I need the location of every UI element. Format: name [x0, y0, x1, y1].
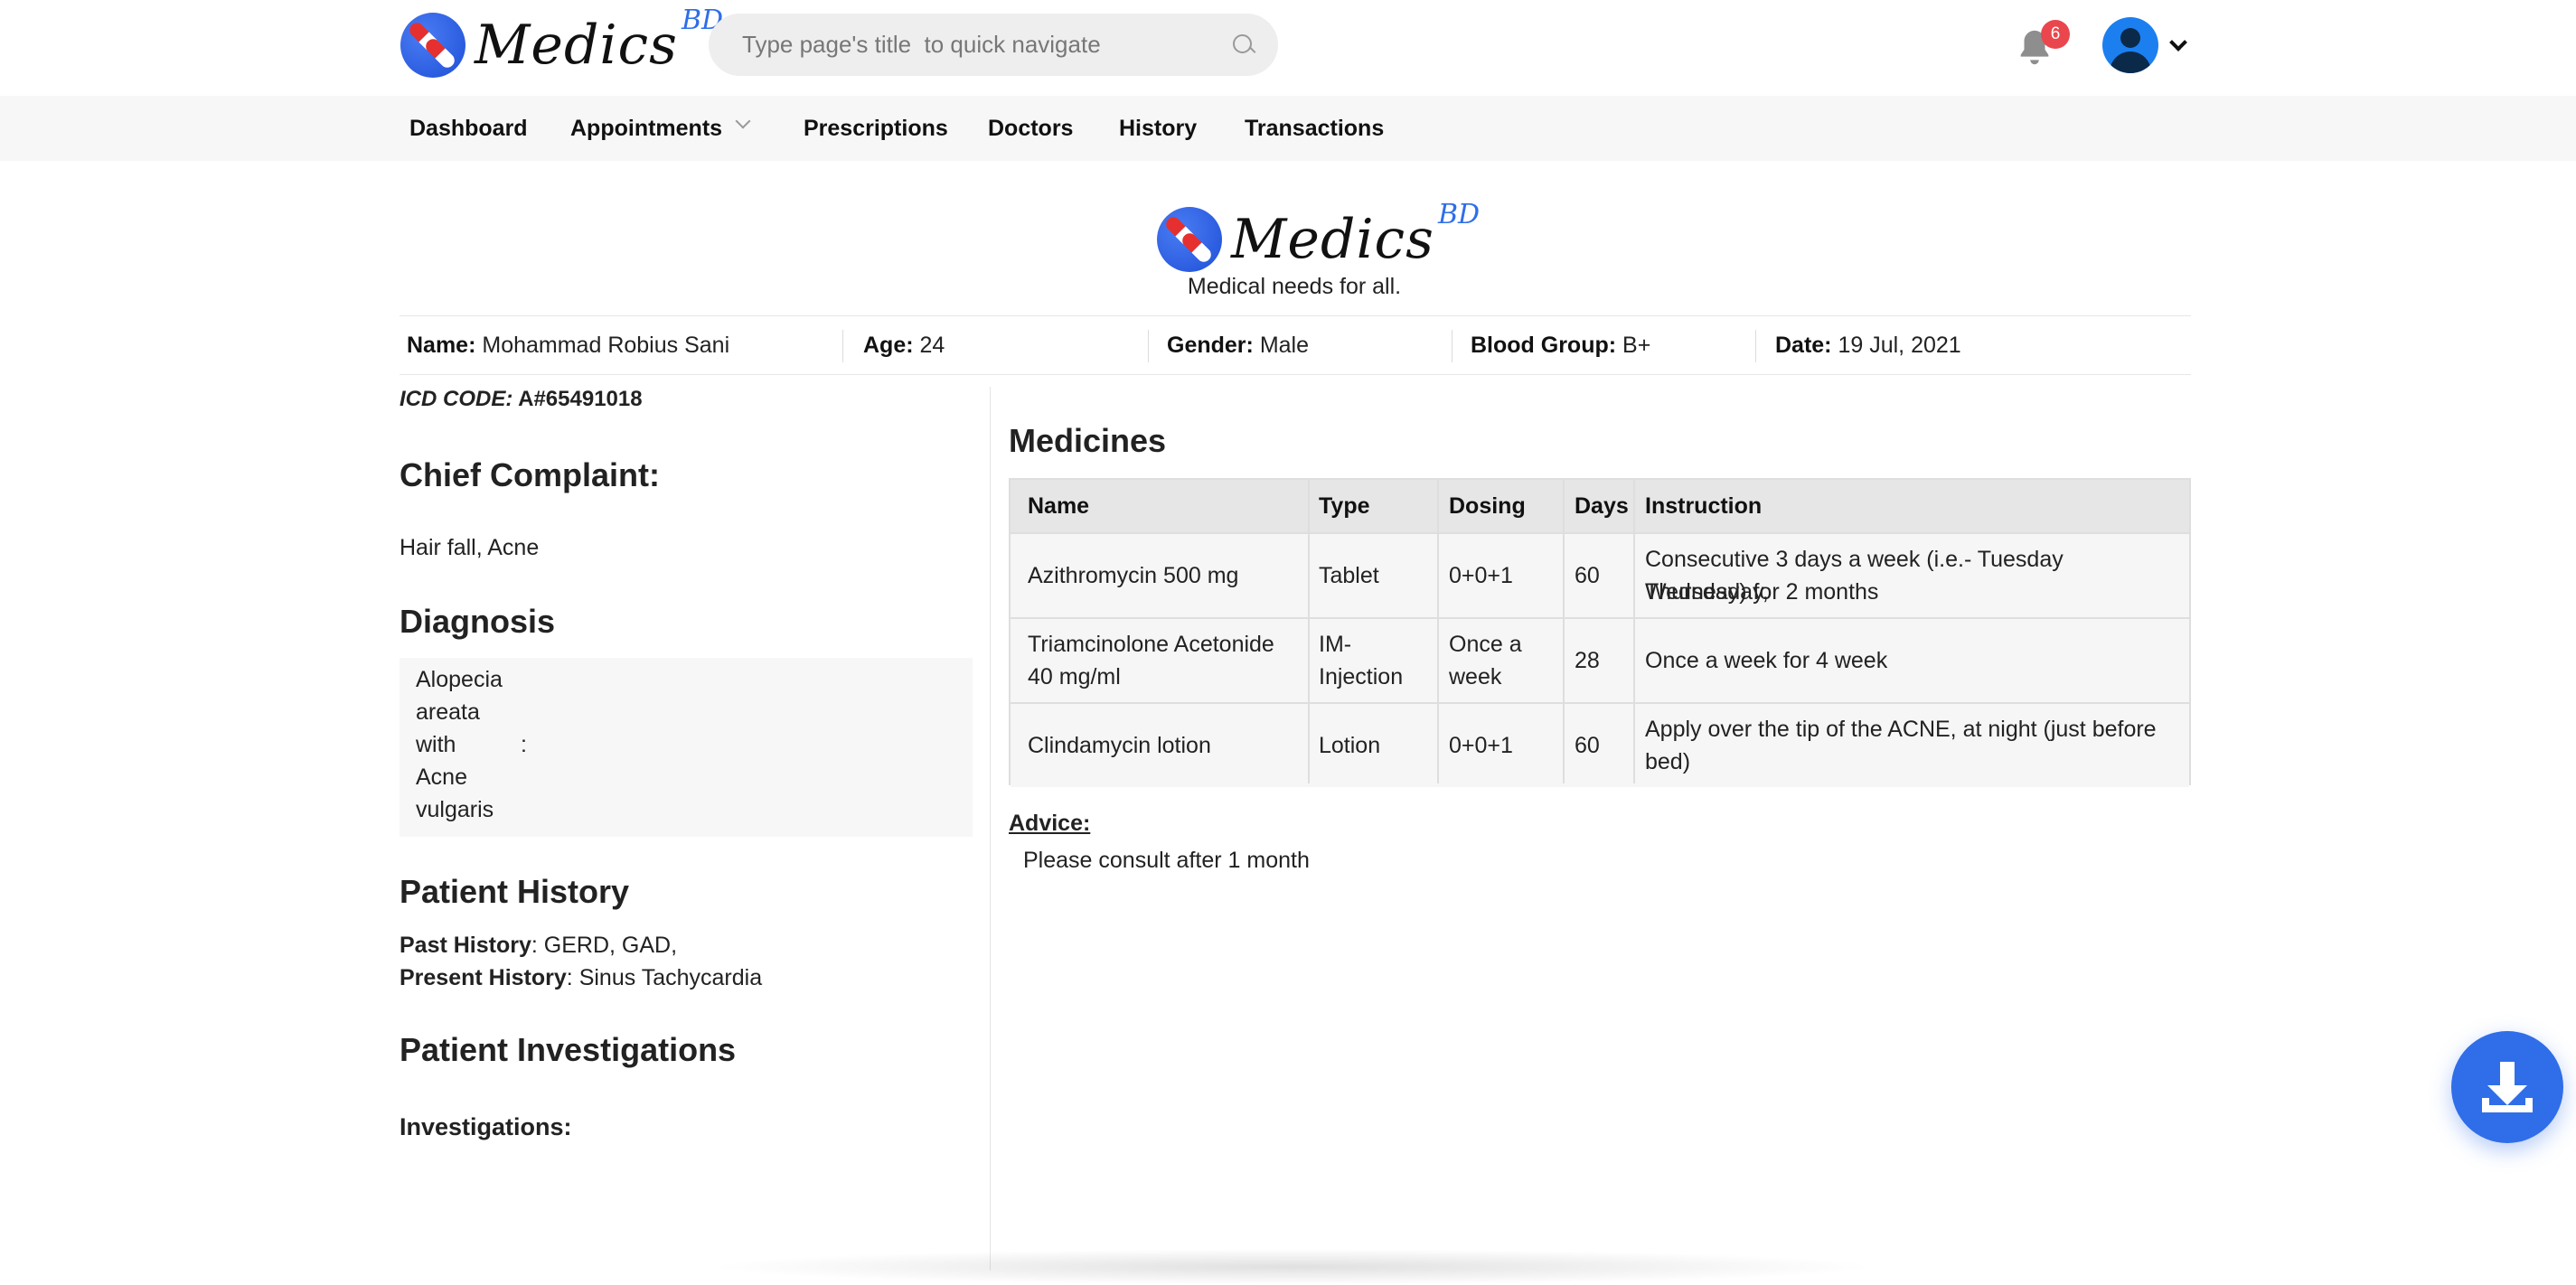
- chief-complaint-text: Hair fall, Acne: [400, 535, 540, 560]
- search-icon[interactable]: [1231, 33, 1256, 58]
- column-header-days: Days: [1575, 493, 1629, 519]
- nav-dashboard[interactable]: Dashboard: [409, 96, 528, 161]
- patient-blood-group: Blood Group: B+: [1471, 333, 1651, 358]
- patient-info-row: Name: Mohammad Robius Sani Age: 24 Gende…: [400, 315, 2191, 375]
- prescription-logo: Medics BD: [1157, 199, 1480, 272]
- medicine-instruction: Once a week for 4 week: [1645, 648, 1888, 673]
- column-divider: [990, 387, 991, 1271]
- medicine-name: Triamcinolone Acetonide: [1028, 632, 1274, 657]
- table-row: Clindamycin lotion Lotion 0+0+1 60 Apply…: [1011, 702, 2189, 787]
- medicine-type: Injection: [1319, 664, 1404, 689]
- medicine-name: 40 mg/ml: [1028, 664, 1121, 689]
- brand-suffix: BD: [1437, 198, 1481, 230]
- table-row: Azithromycin 500 mg Tablet 0+0+1 60 Cons…: [1011, 532, 2189, 617]
- brand-logo[interactable]: Medics BD: [400, 5, 723, 78]
- medicine-name: Clindamycin lotion: [1028, 733, 1211, 758]
- icd-code: ICD CODE: A#65491018: [400, 387, 643, 411]
- page-bottom-shadow: [705, 1249, 1880, 1285]
- advice-text: Please consult after 1 month: [1023, 848, 1310, 873]
- table-header: Name Type Dosing Days Instruction: [1011, 480, 2189, 532]
- investigations-label: Investigations:: [400, 1113, 572, 1140]
- nav-history[interactable]: History: [1119, 96, 1197, 161]
- diagnosis-line: Alopecia: [416, 667, 503, 692]
- brand-name: Medics: [475, 14, 678, 77]
- chief-complaint-title: Chief Complaint:: [400, 456, 660, 493]
- nav-transactions[interactable]: Transactions: [1245, 96, 1384, 161]
- medicine-instruction: bed): [1645, 749, 1691, 774]
- medicine-dosing: 0+0+1: [1449, 563, 1513, 588]
- medicine-dosing: 0+0+1: [1449, 733, 1513, 758]
- medicine-dosing: Once a: [1449, 632, 1522, 657]
- diagnosis-line: vulgaris: [416, 797, 494, 822]
- notifications-button[interactable]: 6: [2014, 20, 2070, 72]
- diagnosis-line: areata: [416, 699, 480, 725]
- medicines-title: Medicines: [1009, 422, 1167, 459]
- search-input[interactable]: [742, 31, 1231, 59]
- medicine-type: Tablet: [1319, 563, 1379, 588]
- diagnosis-title: Diagnosis: [400, 603, 556, 640]
- medicine-type: IM-: [1319, 632, 1352, 657]
- notification-count-badge: 6: [2041, 20, 2070, 49]
- nav-appointments[interactable]: Appointments: [570, 96, 722, 161]
- patient-history-title: Patient History: [400, 873, 630, 910]
- medicine-days: 28: [1575, 648, 1600, 673]
- medicine-days: 60: [1575, 563, 1600, 588]
- advice-label: Advice:: [1009, 811, 1091, 836]
- user-avatar[interactable]: [2102, 17, 2158, 73]
- pill-logo-icon: [1157, 207, 1222, 272]
- diagnosis-colon: :: [521, 732, 527, 757]
- brand-tagline: Medical needs for all.: [1187, 274, 1402, 299]
- main-nav: Dashboard Appointments Prescriptions Doc…: [0, 96, 2576, 161]
- diagnosis-box: Alopecia areata with : Acne vulgaris: [400, 658, 973, 837]
- patient-age: Age: 24: [863, 333, 945, 358]
- nav-prescriptions[interactable]: Prescriptions: [804, 96, 948, 161]
- medicine-type: Lotion: [1319, 733, 1381, 758]
- medicine-dosing: week: [1449, 664, 1502, 689]
- chevron-down-icon[interactable]: [2169, 33, 2187, 52]
- patient-investigations-title: Patient Investigations: [400, 1031, 737, 1068]
- table-row: Triamcinolone Acetonide 40 mg/ml IM- Inj…: [1011, 617, 2189, 702]
- present-history: Present History: Sinus Tachycardia: [400, 965, 763, 990]
- column-header-instruction: Instruction: [1645, 493, 1763, 519]
- prescription-date: Date: 19 Jul, 2021: [1775, 333, 1961, 358]
- medicine-days: 60: [1575, 733, 1600, 758]
- medicine-name: Azithromycin 500 mg: [1028, 563, 1239, 588]
- column-header-dosing: Dosing: [1449, 493, 1526, 519]
- nav-doctors[interactable]: Doctors: [988, 96, 1073, 161]
- quick-navigate-search[interactable]: [709, 14, 1278, 76]
- patient-name: Name: Mohammad Robius Sani: [407, 333, 730, 358]
- medicine-instruction: Thursday) for 2 months: [1645, 579, 1879, 605]
- diagnosis-line: Acne: [416, 764, 467, 790]
- medicines-table: Name Type Dosing Days Instruction Azithr…: [1009, 478, 2191, 787]
- top-bar: Medics BD 6: [0, 0, 2576, 96]
- column-header-type: Type: [1319, 493, 1370, 519]
- brand-name: Medics: [1231, 208, 1434, 271]
- past-history: Past History: GERD, GAD,: [400, 933, 678, 958]
- diagnosis-line: with: [416, 732, 456, 757]
- download-button[interactable]: [2451, 1031, 2563, 1143]
- download-icon: [2482, 1062, 2533, 1112]
- pill-logo-icon: [400, 13, 465, 78]
- column-header-name: Name: [1028, 493, 1090, 519]
- patient-gender: Gender: Male: [1167, 333, 1309, 358]
- medicine-instruction: Apply over the tip of the ACNE, at night…: [1645, 717, 2157, 742]
